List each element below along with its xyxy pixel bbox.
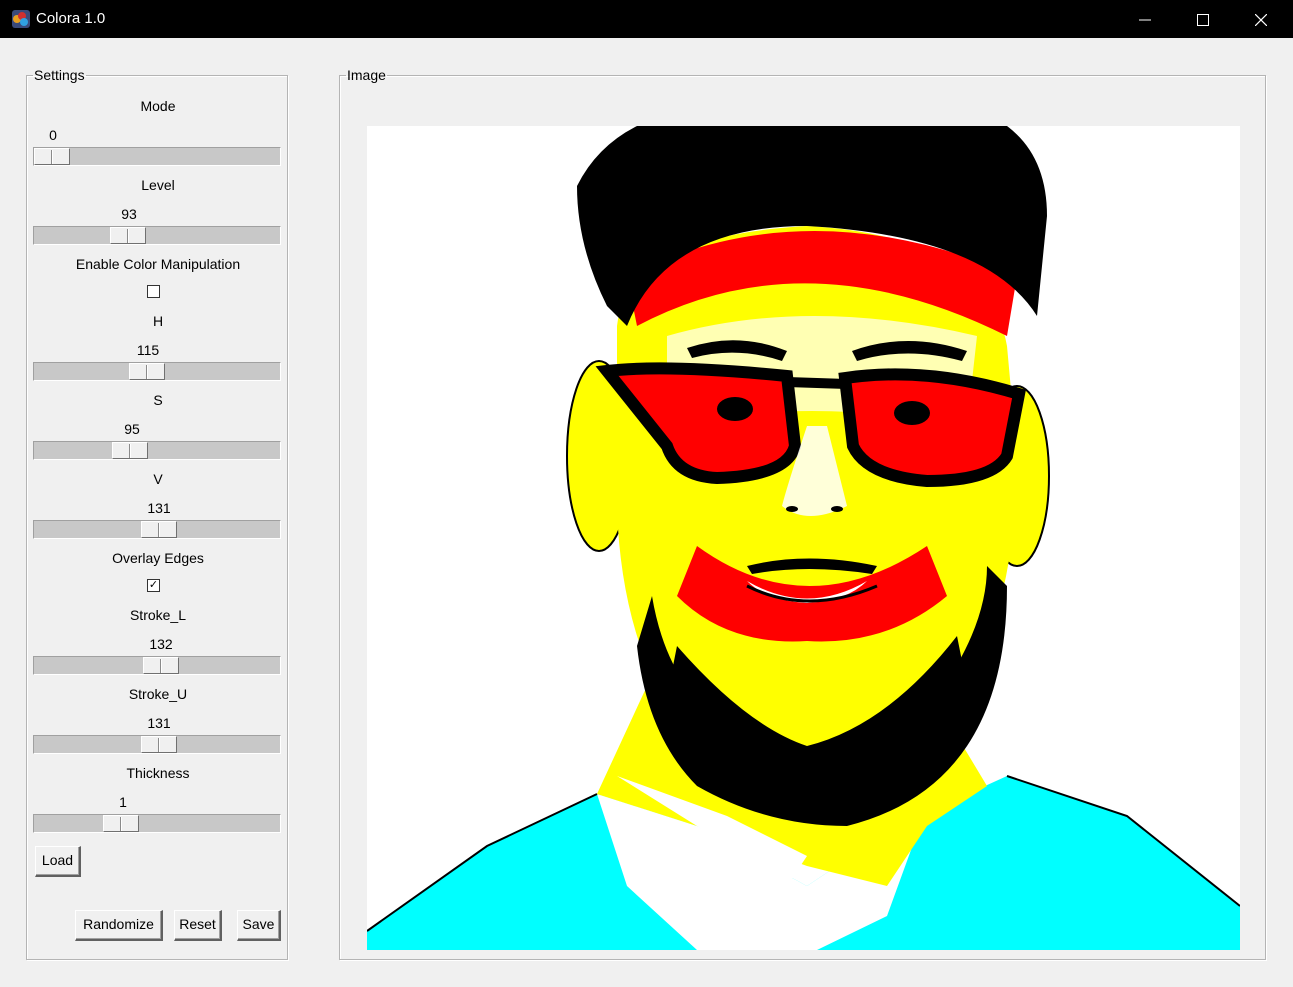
window-title: Colora 1.0 — [36, 10, 106, 27]
colora-app-icon — [12, 10, 30, 28]
overlay-edges-label: Overlay Edges — [112, 550, 204, 566]
minimize-button[interactable] — [1116, 0, 1174, 38]
stroke-u-slider-thumb[interactable] — [141, 736, 177, 753]
level-value: 93 — [121, 206, 137, 222]
v-value: 131 — [147, 500, 171, 516]
level-slider[interactable] — [33, 226, 281, 245]
close-icon — [1254, 13, 1268, 27]
h-label: H — [152, 313, 164, 329]
v-slider[interactable] — [33, 520, 281, 539]
stroke-l-value: 132 — [149, 636, 173, 652]
stroke-l-label: Stroke_L — [129, 607, 187, 623]
s-value: 95 — [124, 421, 140, 437]
stroke-u-label: Stroke_U — [128, 686, 188, 702]
mode-slider-thumb[interactable] — [34, 148, 70, 165]
posterized-portrait-image — [367, 126, 1240, 950]
load-button[interactable]: Load — [35, 846, 81, 877]
stroke-u-value: 131 — [147, 715, 171, 731]
level-slider-thumb[interactable] — [110, 227, 146, 244]
h-value: 115 — [136, 342, 160, 358]
reset-button[interactable]: Reset — [174, 910, 222, 941]
randomize-button[interactable]: Randomize — [75, 910, 163, 941]
thickness-value: 1 — [119, 794, 127, 810]
image-panel: Image — [339, 67, 1266, 960]
thickness-slider[interactable] — [33, 814, 281, 833]
image-legend: Image — [347, 67, 386, 83]
stroke-l-slider[interactable] — [33, 656, 281, 675]
s-label: S — [153, 392, 163, 408]
s-slider[interactable] — [33, 441, 281, 460]
thickness-slider-thumb[interactable] — [103, 815, 139, 832]
maximize-icon — [1197, 14, 1209, 27]
mode-label: Mode — [140, 98, 176, 114]
mode-value: 0 — [49, 127, 57, 143]
h-slider[interactable] — [33, 362, 281, 381]
mode-slider[interactable] — [33, 147, 281, 166]
title-bar[interactable]: Colora 1.0 — [0, 0, 1293, 38]
processed-image-canvas — [367, 126, 1240, 950]
v-label: V — [153, 471, 163, 487]
settings-legend: Settings — [34, 67, 85, 83]
minimize-icon — [1139, 19, 1151, 21]
color-manipulation-label: Enable Color Manipulation — [75, 256, 241, 272]
thickness-label: Thickness — [126, 765, 190, 781]
v-slider-thumb[interactable] — [141, 521, 177, 538]
stroke-u-slider[interactable] — [33, 735, 281, 754]
h-slider-thumb[interactable] — [129, 363, 165, 380]
maximize-button[interactable] — [1174, 0, 1232, 38]
settings-panel: Settings Mode 0 Level 93 Enable Color Ma… — [26, 67, 288, 960]
level-label: Level — [141, 177, 175, 193]
save-button[interactable]: Save — [237, 910, 281, 941]
overlay-edges-checkbox[interactable]: ✓ — [147, 579, 160, 592]
s-slider-thumb[interactable] — [112, 442, 148, 459]
close-button[interactable] — [1232, 0, 1290, 38]
stroke-l-slider-thumb[interactable] — [143, 657, 179, 674]
color-manipulation-checkbox[interactable] — [147, 285, 160, 298]
